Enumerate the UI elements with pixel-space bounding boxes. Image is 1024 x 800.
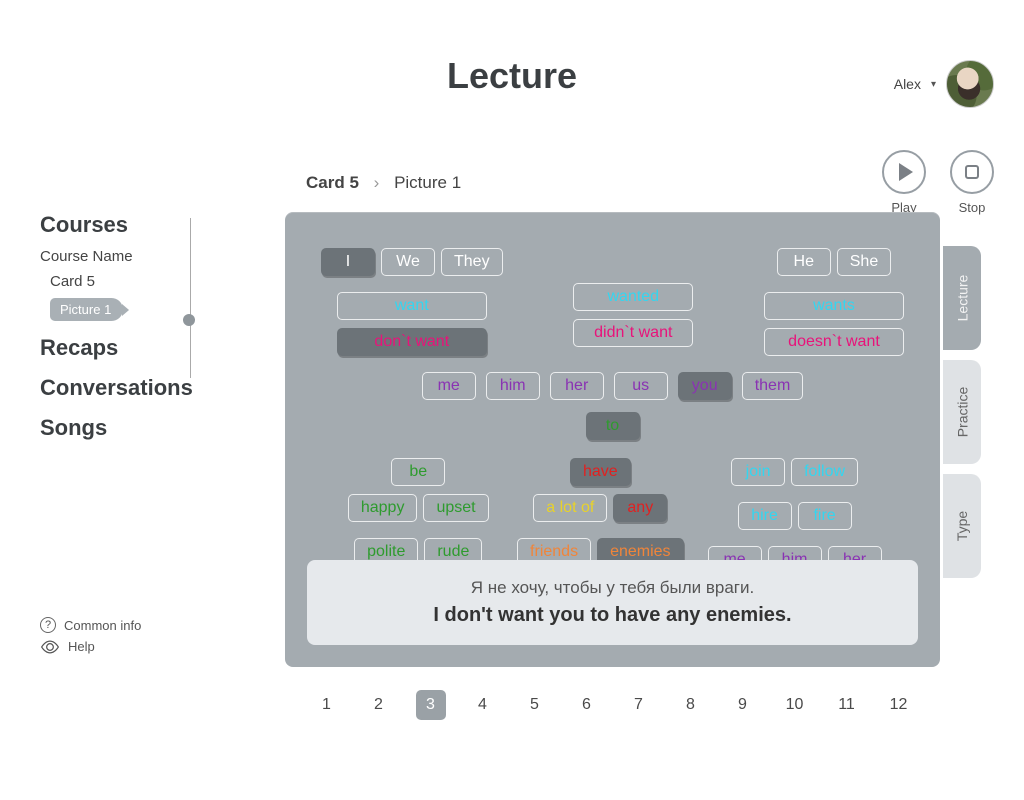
- page-title: Lecture: [0, 55, 1024, 97]
- tab-practice[interactable]: Practice: [943, 360, 981, 464]
- help-label: Help: [68, 639, 95, 654]
- stop-button[interactable]: [950, 150, 994, 194]
- page-9[interactable]: 9: [728, 690, 758, 720]
- sidebar: Courses Course Name Card 5 Picture 1 Rec…: [40, 212, 240, 447]
- play-icon: [899, 163, 913, 181]
- word-alotof[interactable]: a lot of: [533, 494, 607, 522]
- word-be[interactable]: be: [391, 458, 445, 486]
- breadcrumb-card[interactable]: Card 5: [306, 173, 359, 192]
- help-link[interactable]: Help: [40, 639, 141, 654]
- word-us[interactable]: us: [614, 372, 668, 400]
- word-happy[interactable]: happy: [348, 494, 418, 522]
- page-8[interactable]: 8: [676, 690, 706, 720]
- user-menu[interactable]: Alex ▾: [894, 60, 994, 108]
- word-them[interactable]: them: [742, 372, 804, 400]
- word-wants[interactable]: wants: [764, 292, 904, 320]
- tab-practice-label: Practice: [954, 387, 970, 438]
- translation-ru: Я не хочу, чтобы у тебя были враги.: [319, 578, 906, 598]
- sidebar-card[interactable]: Card 5: [40, 269, 240, 294]
- word-we[interactable]: We: [381, 248, 435, 276]
- tab-type[interactable]: Type: [943, 474, 981, 578]
- word-hire[interactable]: hire: [738, 502, 792, 530]
- word-didnt-want[interactable]: didn`t want: [573, 319, 693, 347]
- word-doesnt-want[interactable]: doesn`t want: [764, 328, 904, 356]
- translation-en: I don't want you to have any enemies.: [319, 604, 906, 627]
- word-follow[interactable]: follow: [791, 458, 858, 486]
- tab-lecture[interactable]: Lecture: [943, 246, 981, 350]
- page-7[interactable]: 7: [624, 690, 654, 720]
- sidebar-recaps[interactable]: Recaps: [40, 335, 240, 361]
- word-he[interactable]: He: [777, 248, 831, 276]
- word-join[interactable]: join: [731, 458, 785, 486]
- user-name: Alex: [894, 76, 921, 92]
- page-4[interactable]: 4: [468, 690, 498, 720]
- page-2[interactable]: 2: [364, 690, 394, 720]
- word-to[interactable]: to: [586, 412, 640, 440]
- word-you[interactable]: you: [678, 372, 732, 400]
- avatar[interactable]: [946, 60, 994, 108]
- page-3[interactable]: 3: [416, 690, 446, 720]
- pager: 123456789101112: [285, 690, 940, 720]
- word-they[interactable]: They: [441, 248, 503, 276]
- translation-box: Я не хочу, чтобы у тебя были враги. I do…: [307, 560, 918, 645]
- word-i[interactable]: I: [321, 248, 375, 276]
- breadcrumb: Card 5 › Picture 1: [306, 173, 461, 193]
- word-have[interactable]: have: [570, 458, 631, 486]
- stop-icon: [965, 165, 979, 179]
- page-11[interactable]: 11: [832, 690, 862, 720]
- page-12[interactable]: 12: [884, 690, 914, 720]
- word-upset[interactable]: upset: [423, 494, 488, 522]
- common-info-label: Common info: [64, 618, 141, 633]
- chevron-down-icon: ▾: [931, 79, 936, 90]
- page-5[interactable]: 5: [520, 690, 550, 720]
- word-any[interactable]: any: [613, 494, 667, 522]
- word-want[interactable]: want: [337, 292, 487, 320]
- play-button[interactable]: [882, 150, 926, 194]
- page-6[interactable]: 6: [572, 690, 602, 720]
- word-fire[interactable]: fire: [798, 502, 852, 530]
- word-wanted[interactable]: wanted: [573, 283, 693, 311]
- breadcrumb-picture[interactable]: Picture 1: [394, 173, 461, 192]
- sidebar-course-name[interactable]: Course Name: [40, 244, 240, 269]
- stop-label: Stop: [959, 200, 986, 215]
- sidebar-timeline-dot[interactable]: [183, 314, 195, 326]
- sidebar-picture-active[interactable]: Picture 1: [50, 298, 123, 321]
- tab-type-label: Type: [954, 511, 970, 541]
- lesson-canvas: I We They want don`t want wanted didn`t …: [285, 212, 940, 667]
- page-1[interactable]: 1: [312, 690, 342, 720]
- eye-icon: [40, 640, 60, 654]
- sidebar-songs[interactable]: Songs: [40, 415, 240, 441]
- sidebar-timeline: [190, 218, 191, 378]
- word-her[interactable]: her: [550, 372, 604, 400]
- question-icon: ?: [40, 617, 56, 633]
- tab-lecture-label: Lecture: [954, 275, 970, 322]
- common-info-link[interactable]: ? Common info: [40, 617, 141, 633]
- sidebar-conversations[interactable]: Conversations: [40, 375, 240, 401]
- page-10[interactable]: 10: [780, 690, 810, 720]
- chevron-right-icon: ›: [374, 173, 380, 192]
- word-she[interactable]: She: [837, 248, 891, 276]
- word-him[interactable]: him: [486, 372, 540, 400]
- sidebar-courses-heading[interactable]: Courses: [40, 212, 240, 238]
- word-dont-want[interactable]: don`t want: [337, 328, 487, 356]
- word-me[interactable]: me: [422, 372, 476, 400]
